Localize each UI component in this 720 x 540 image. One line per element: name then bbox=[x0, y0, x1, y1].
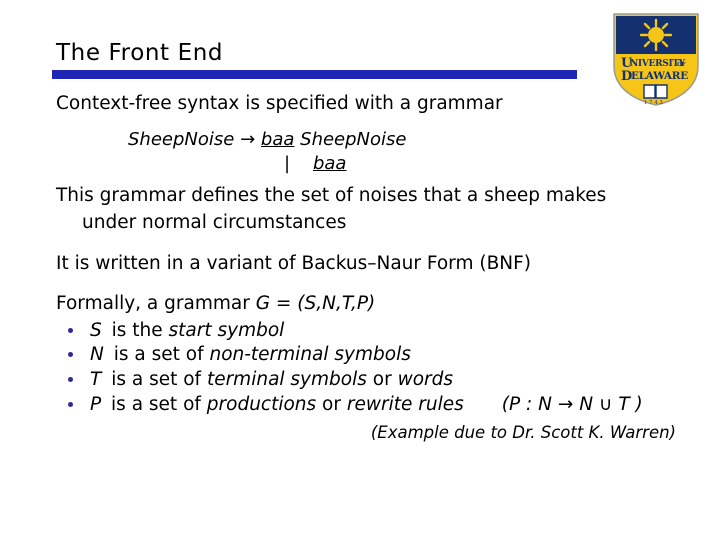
production-notation: (P : N → N ∪ T ) bbox=[501, 393, 643, 415]
bullet-dot-icon bbox=[68, 352, 73, 358]
svg-text:ELAWARE: ELAWARE bbox=[631, 70, 688, 82]
intro-line: Context-free syntax is specified with a … bbox=[56, 93, 503, 114]
formal-intro-line: Formally, a grammar G = (S,N,T,P) bbox=[56, 292, 676, 317]
rule-lhs: SheepNoise bbox=[128, 128, 235, 150]
grammar-rule-line-2: | baa bbox=[56, 152, 676, 176]
grammar-component-list: S is the start symbol N is a set of non-… bbox=[56, 319, 676, 417]
rule-arrow-icon: → bbox=[240, 128, 256, 150]
bullet-dot-icon bbox=[68, 377, 73, 383]
attribution-credit: (Example due to Dr. Scott K. Warren) bbox=[370, 423, 676, 442]
bullet-emphasis: productions bbox=[206, 393, 317, 415]
bullet-emphasis: non-terminal symbols bbox=[209, 344, 411, 366]
bullet-text: is the bbox=[105, 319, 169, 341]
rule-nonterminal: SheepNoise bbox=[300, 128, 407, 150]
bullet-text: is a set of bbox=[107, 344, 210, 366]
bullet-conjunction: or bbox=[316, 393, 347, 415]
slide-body: Context-free syntax is specified with a … bbox=[56, 92, 676, 442]
bullet-emphasis: terminal symbols bbox=[206, 369, 367, 391]
bullet-symbol: S bbox=[90, 319, 102, 341]
title-underline-bar bbox=[52, 70, 577, 79]
bullet-symbol: T bbox=[90, 369, 102, 391]
bullet-symbol: P bbox=[90, 393, 102, 415]
bullet-text: is a set of bbox=[105, 369, 207, 391]
page-title: The Front End bbox=[56, 40, 224, 66]
formal-intro-expression: G = (S,N,T,P) bbox=[255, 293, 376, 315]
bnf-line: It is written in a variant of Backus–Nau… bbox=[56, 252, 531, 274]
bullet-text: is a set of bbox=[105, 393, 207, 415]
bullet-symbol: N bbox=[90, 344, 104, 366]
list-item: S is the start symbol bbox=[56, 319, 676, 344]
bullet-dot-icon bbox=[68, 401, 73, 407]
defines-line-2: under normal circumstances bbox=[82, 212, 347, 234]
bullet-emphasis-2: rewrite rules bbox=[346, 393, 464, 415]
slide: The Front End U NIVERSITY OF D ELAWARE 1… bbox=[0, 0, 720, 540]
defines-line-1: This grammar defines the set of noises t… bbox=[56, 185, 607, 207]
bullet-conjunction: or bbox=[366, 369, 398, 391]
list-item: P is a set of productions or rewrite rul… bbox=[56, 393, 676, 418]
bullet-emphasis: start symbol bbox=[168, 319, 285, 341]
bullet-emphasis-2: words bbox=[397, 369, 453, 391]
list-item: T is a set of terminal symbols or words bbox=[56, 368, 676, 393]
formal-intro-prefix: Formally, a grammar bbox=[56, 293, 256, 315]
rule-terminal-baa: baa bbox=[260, 128, 295, 150]
list-item: N is a set of non-terminal symbols bbox=[56, 343, 676, 368]
rule-alternation-bar: | bbox=[284, 152, 291, 174]
svg-text:OF: OF bbox=[677, 62, 686, 68]
bullet-dot-icon bbox=[68, 327, 73, 333]
rule-alt-terminal-baa: baa bbox=[312, 152, 347, 174]
grammar-rule-line-1: SheepNoise → baa SheepNoise bbox=[56, 128, 676, 152]
